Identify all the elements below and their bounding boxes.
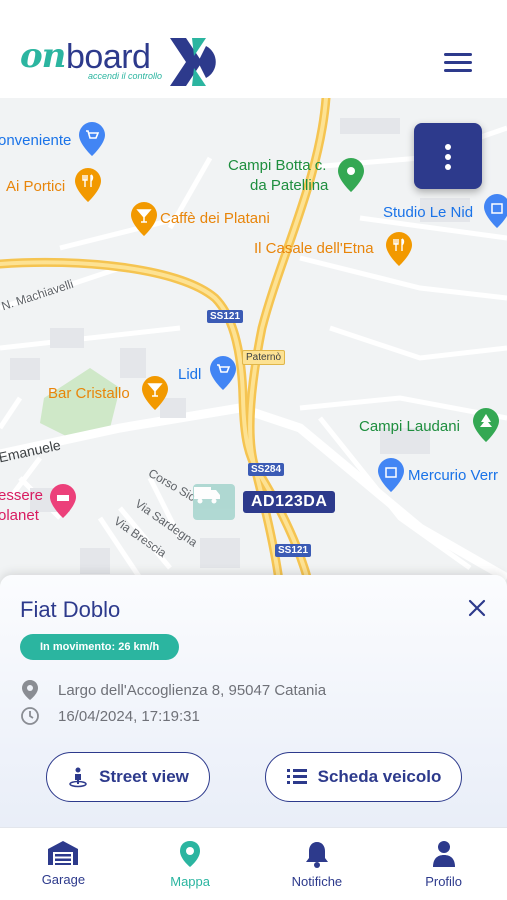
tree-pin-icon[interactable]: [473, 408, 499, 442]
vehicle-title: Fiat Doblo: [20, 597, 121, 622]
shopping-cart-pin-icon[interactable]: [79, 122, 105, 156]
paterno-label: Paternò: [242, 350, 286, 365]
tab-notifiche[interactable]: Notifiche: [254, 828, 381, 900]
hamburger-menu-icon[interactable]: [440, 50, 476, 76]
user-icon: [432, 841, 455, 867]
address-row: Largo dell'Accoglienza 8, 95047 Catania: [20, 679, 326, 701]
poi-essere[interactable]: essere: [0, 487, 43, 504]
shopping-cart-pin-icon[interactable]: [210, 356, 236, 390]
app-header: on board accendi il controllo: [0, 0, 507, 98]
van-icon: [193, 484, 235, 520]
poi-campi-laudani[interactable]: Campi Laudani: [359, 418, 460, 435]
vehicle-detail-sheet: Fiat Doblo In movimento: 26 km/h Largo d…: [0, 575, 507, 827]
green-location-pin-icon[interactable]: [338, 158, 364, 192]
poi-ai-portici[interactable]: Ai Portici: [6, 178, 65, 195]
shopping-bag-pin-icon[interactable]: [484, 194, 507, 228]
poi-studio-le-nid[interactable]: Studio Le Nid: [383, 204, 473, 221]
poi-essere-line2: olanet: [0, 507, 39, 524]
hotel-pin-icon[interactable]: [50, 484, 76, 518]
vertical-dots-icon: [414, 144, 482, 170]
logo-x-icon: [170, 38, 216, 86]
vehicle-marker[interactable]: AD123DA: [193, 484, 336, 520]
timestamp-row: 16/04/2024, 17:19:31: [20, 706, 200, 726]
bar-pin-icon[interactable]: [142, 376, 168, 410]
tab-mappa[interactable]: Mappa: [127, 828, 254, 900]
tab-garage[interactable]: Garage: [0, 828, 127, 900]
poi-bar-cristallo[interactable]: Bar Cristallo: [48, 385, 130, 402]
status-badge: In movimento: 26 km/h: [20, 634, 180, 660]
clock-icon: [21, 707, 39, 725]
poi-lidl[interactable]: Lidl: [178, 366, 201, 383]
logo-tagline: accendi il controllo: [88, 71, 163, 81]
tab-profilo-label: Profilo: [425, 874, 463, 889]
bottom-tab-bar: Garage Mappa Notifiche Profilo: [0, 827, 507, 900]
shopping-bag-pin-icon[interactable]: [378, 458, 404, 492]
vehicle-plate-label: AD123DA: [243, 491, 336, 513]
location-pin-icon: [22, 680, 38, 700]
street-view-button[interactable]: Street view: [46, 752, 210, 802]
road-shield-ss284: SS284: [248, 463, 285, 476]
map-pin-icon: [180, 841, 201, 867]
restaurant-pin-icon[interactable]: [75, 168, 101, 202]
poi-conveniente[interactable]: onveniente: [0, 132, 71, 149]
address-text: Largo dell'Accoglienza 8, 95047 Catania: [58, 681, 327, 699]
list-icon: [286, 769, 307, 784]
map-view[interactable]: onveniente Ai Portici Caffè dei Platani …: [0, 98, 507, 588]
poi-casale-etna[interactable]: Il Casale dell'Etna: [254, 240, 374, 257]
street-view-label: Street view: [99, 767, 189, 786]
poi-campi-botta-line2: da Patellina: [250, 177, 329, 194]
poi-campi-botta[interactable]: Campi Botta c.: [228, 157, 326, 174]
road-shield-ss121: SS121: [207, 310, 244, 323]
vehicle-card-button[interactable]: Scheda veicolo: [265, 752, 462, 802]
road-shield-ss121-south: SS121: [275, 544, 312, 557]
bar-pin-icon[interactable]: [131, 202, 157, 236]
poi-mercurio[interactable]: Mercurio Verr: [408, 467, 498, 484]
garage-icon: [48, 841, 79, 865]
onboard-logo: on board accendi il controllo: [20, 36, 220, 88]
timestamp-text: 16/04/2024, 17:19:31: [58, 707, 200, 725]
more-options-button[interactable]: [414, 123, 482, 189]
tab-garage-label: Garage: [41, 872, 86, 887]
close-icon[interactable]: [462, 593, 492, 623]
street-view-icon: [69, 767, 87, 788]
tab-notifiche-label: Notifiche: [291, 874, 343, 889]
tab-mappa-label: Mappa: [170, 874, 210, 889]
restaurant-pin-icon[interactable]: [386, 232, 412, 266]
poi-caffe-dei-platani[interactable]: Caffè dei Platani: [160, 210, 270, 227]
logo-on-text: on: [20, 36, 66, 76]
tab-profilo[interactable]: Profilo: [380, 828, 507, 900]
vehicle-card-label: Scheda veicolo: [317, 767, 442, 786]
bell-icon: [305, 842, 328, 868]
